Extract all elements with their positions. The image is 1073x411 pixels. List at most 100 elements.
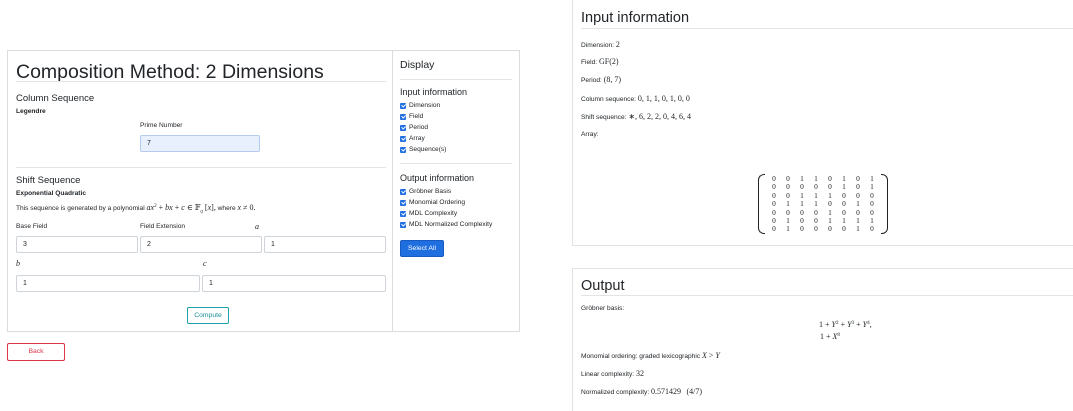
field-label: Field: <box>581 59 598 66</box>
monomial-ordering-line: Monomial ordering: graded lexicographic … <box>581 351 720 360</box>
grobner-polynomial-1: 1 + Y2 + Y3 + Y4, <box>819 320 872 329</box>
display-title: Display <box>400 59 435 71</box>
checkbox-sequences[interactable]: Sequence(s) <box>400 146 446 153</box>
display-options-card: Display Input information Dimension Fiel… <box>392 50 520 332</box>
checkbox-field[interactable]: Field <box>400 113 423 120</box>
normalized-complexity-value: 0.571429 <box>651 387 681 396</box>
linear-complexity-line: Linear complexity: 32 <box>581 369 644 378</box>
checkbox-checked-icon <box>400 113 406 120</box>
checkbox-label: Gröbner Basis <box>409 188 452 195</box>
matrix-row: 00111000 <box>767 191 879 201</box>
prime-number-label: Prime Number <box>140 122 183 129</box>
shift-sequence-value: ∗, 6, 2, 2, 0, 4, 6, 4 <box>628 112 692 121</box>
field-value: GF(2) <box>598 57 619 66</box>
checkbox-period[interactable]: Period <box>400 124 428 131</box>
checkbox-checked-icon <box>400 135 406 142</box>
normalized-complexity-fraction: (4/7) <box>686 387 703 396</box>
input-info-heading: Input information <box>400 87 468 97</box>
dimension-value: 2 <box>615 40 620 49</box>
linear-complexity-label: Linear complexity: <box>581 371 635 378</box>
shift-sequence-label: Shift sequence: <box>581 114 627 121</box>
base-field-input[interactable]: 3 <box>16 236 138 253</box>
column-sequence-type: Legendre <box>16 108 46 115</box>
compute-button[interactable]: Compute <box>187 307 229 324</box>
display-divider-2 <box>400 163 512 164</box>
a-input[interactable]: 1 <box>264 236 386 253</box>
grobner-basis-label: Gröbner basis: <box>581 305 625 312</box>
input-info-title: Input information <box>581 10 690 26</box>
checkbox-array[interactable]: Array <box>400 135 425 142</box>
shift-sequence-description: This sequence is generated by a polynomi… <box>16 203 255 215</box>
matrix-row: 00000101 <box>767 183 879 192</box>
matrix-row: 00001000 <box>767 208 879 218</box>
select-all-button[interactable]: Select All <box>400 240 444 257</box>
checkbox-checked-icon <box>400 221 406 228</box>
prime-number-input[interactable]: 7 <box>140 135 260 152</box>
monomial-ordering-label: Monomial ordering: graded lexicographic <box>581 353 701 360</box>
matrix-cell: 1 <box>786 224 790 234</box>
field-extension-label: Field Extension <box>140 223 186 230</box>
checkbox-mdl-normalized[interactable]: MDL Normalized Complexity <box>400 221 492 228</box>
matrix-cell: 0 <box>800 224 804 234</box>
composition-form-card: Composition Method: 2 Dimensions Column … <box>7 50 392 332</box>
matrix-row: 00110101 <box>767 174 879 184</box>
polynomial-formula: ax2 + bx + c ∈ 𝔽q [x], <box>146 203 216 215</box>
output-title: Output <box>581 278 625 294</box>
matrix-row: 01000010 <box>767 225 879 234</box>
checkbox-checked-icon <box>400 146 406 153</box>
description-prefix: This sequence is generated by a polynomi… <box>16 205 145 212</box>
checkbox-label: MDL Normalized Complexity <box>409 221 493 228</box>
checkbox-dimension[interactable]: Dimension <box>400 102 440 109</box>
output-divider <box>581 295 1073 296</box>
output-info-heading: Output information <box>400 173 475 183</box>
dimension-line: Dimension: 2 <box>581 40 620 49</box>
checkbox-label: Dimension <box>409 102 441 109</box>
input-info-divider <box>581 28 1073 29</box>
checkbox-label: Field <box>409 113 424 120</box>
normalized-complexity-line: Normalized complexity: 0.571429 (4/7) <box>581 387 702 396</box>
matrix-row: 01110010 <box>767 200 879 209</box>
matrix-row: 01001111 <box>767 216 879 226</box>
field-extension-input[interactable]: 2 <box>140 236 262 253</box>
period-label: Period: <box>581 77 602 84</box>
column-sequence-value: 0, 1, 1, 0, 1, 0, 0 <box>637 94 690 103</box>
checkbox-mdl-complexity[interactable]: MDL Complexity <box>400 210 457 217</box>
matrix-right-paren <box>881 174 888 234</box>
matrix-cell: 0 <box>828 224 832 234</box>
period-value: (8, 7) <box>603 75 622 84</box>
array-label: Array: <box>581 131 599 138</box>
linear-complexity-value: 32 <box>635 369 644 378</box>
checkbox-checked-icon <box>400 188 406 195</box>
description-suffix: where <box>217 205 236 212</box>
checkbox-checked-icon <box>400 199 406 206</box>
dimension-label: Dimension: <box>581 42 614 49</box>
checkbox-checked-icon <box>400 102 406 109</box>
matrix-cell: 1 <box>856 224 860 234</box>
back-button[interactable]: Back <box>7 343 65 361</box>
column-sequence-line: Column sequence: 0, 1, 1, 0, 1, 0, 0 <box>581 94 690 103</box>
c-input[interactable]: 1 <box>202 275 386 292</box>
section-divider <box>16 167 386 168</box>
input-information-panel: Input information Dimension: 2 Field: GF… <box>572 0 1073 246</box>
checkbox-label: Sequence(s) <box>409 146 447 153</box>
title-divider <box>16 81 386 82</box>
matrix-cell: 0 <box>870 224 874 234</box>
b-label: b <box>16 259 20 268</box>
period-line: Period: (8, 7) <box>581 75 621 84</box>
checkbox-label: Monomial Ordering <box>409 199 466 206</box>
normalized-complexity-label: Normalized complexity: <box>581 389 650 396</box>
checkbox-monomial-ordering[interactable]: Monomial Ordering <box>400 199 465 206</box>
matrix-cell: 0 <box>814 224 818 234</box>
base-field-label: Base Field <box>16 223 48 230</box>
field-line: Field: GF(2) <box>581 57 619 66</box>
a-label: a <box>255 222 259 231</box>
shift-sequence-heading: Shift Sequence <box>16 175 81 186</box>
c-label: c <box>203 259 207 268</box>
checkbox-label: Array <box>409 135 425 142</box>
checkbox-grobner-basis[interactable]: Gröbner Basis <box>400 188 451 195</box>
output-panel: Output Gröbner basis: 1 + Y2 + Y3 + Y4, … <box>572 268 1073 411</box>
grobner-polynomial-2: 1 + X8 <box>820 332 840 341</box>
b-input[interactable]: 1 <box>16 275 200 292</box>
matrix-left-paren <box>758 174 765 234</box>
column-sequence-label: Column sequence: <box>581 96 636 103</box>
